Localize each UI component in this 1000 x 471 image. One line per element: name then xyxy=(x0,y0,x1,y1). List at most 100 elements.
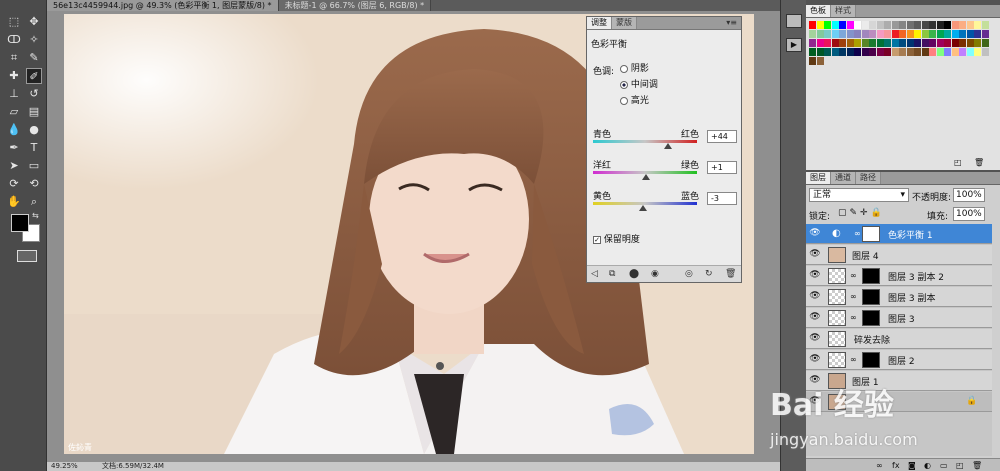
color-swatch[interactable] xyxy=(914,48,921,56)
eye-icon[interactable]: 👁 xyxy=(809,250,821,259)
color-swatch[interactable] xyxy=(951,21,959,29)
color-swatch[interactable] xyxy=(906,48,914,56)
color-swatch[interactable] xyxy=(876,21,884,29)
color-swatch[interactable] xyxy=(854,39,861,47)
color-swatch[interactable] xyxy=(831,48,839,56)
delete-swatch-icon[interactable]: 🗑 xyxy=(974,158,984,167)
eye-icon[interactable]: 👁 xyxy=(809,334,821,343)
back-arrow-icon[interactable]: ◁ xyxy=(591,269,598,279)
magic-wand-icon[interactable]: ✧ xyxy=(26,32,42,48)
eye-icon[interactable]: 👁 xyxy=(809,292,821,301)
tone-radio-midtones[interactable]: 中间调 xyxy=(620,77,658,90)
slider-magenta-green-thumb[interactable] xyxy=(641,174,650,180)
fill-input[interactable]: 100% xyxy=(953,207,985,221)
color-swatch[interactable] xyxy=(809,39,816,47)
color-swatch[interactable] xyxy=(861,48,869,56)
tab-masks[interactable]: 蒙版 xyxy=(612,17,637,29)
history-brush-icon[interactable]: ↺ xyxy=(26,86,42,102)
color-swatch[interactable] xyxy=(921,30,929,38)
color-swatch[interactable] xyxy=(914,30,921,38)
foreground-color-swatch-front[interactable] xyxy=(11,214,29,232)
expand-view-icon[interactable]: ⧉ xyxy=(609,269,615,279)
delete-layer-icon[interactable]: 🗑 xyxy=(972,461,982,470)
color-swatch[interactable] xyxy=(861,39,869,47)
tab-channels[interactable]: 通道 xyxy=(831,172,856,184)
stamp-tool-icon[interactable]: ⊥ xyxy=(6,86,22,102)
swap-colors-icon[interactable]: ⇆ xyxy=(32,211,39,220)
layer-row[interactable]: 👁 ∞ 图层 3 xyxy=(806,308,992,328)
color-swatch[interactable] xyxy=(899,39,906,47)
color-swatch[interactable] xyxy=(891,39,899,47)
color-swatch[interactable] xyxy=(891,48,899,56)
color-swatch[interactable] xyxy=(936,30,944,38)
layer-mask-thumb[interactable] xyxy=(862,289,880,305)
blur-tool-icon[interactable]: 💧 xyxy=(6,122,22,138)
color-swatch[interactable] xyxy=(951,48,959,56)
color-swatch[interactable] xyxy=(981,39,989,47)
color-swatch[interactable] xyxy=(876,30,884,38)
new-layer-icon[interactable]: ◰ xyxy=(956,461,964,470)
color-swatch[interactable] xyxy=(816,48,824,56)
eye-icon[interactable]: 👁 xyxy=(809,271,821,280)
color-swatch[interactable] xyxy=(884,21,891,29)
color-swatch[interactable] xyxy=(831,21,839,29)
hand-tool-icon[interactable]: ✋ xyxy=(6,194,22,210)
tab-styles[interactable]: 样式 xyxy=(831,5,856,17)
color-swatch[interactable] xyxy=(869,39,876,47)
color-swatch[interactable] xyxy=(839,39,846,47)
color-swatch[interactable] xyxy=(929,30,936,38)
color-swatch[interactable] xyxy=(846,39,854,47)
color-swatch[interactable] xyxy=(981,30,989,38)
color-swatch[interactable] xyxy=(906,30,914,38)
layer-row[interactable]: 👁 ◐ ∞ 色彩平衡 1 xyxy=(806,224,992,244)
color-swatch[interactable] xyxy=(974,39,981,47)
color-swatch[interactable] xyxy=(899,48,906,56)
color-swatch[interactable] xyxy=(876,39,884,47)
shape-tool-icon[interactable]: ▭ xyxy=(26,158,42,174)
color-swatch[interactable] xyxy=(966,48,974,56)
color-swatch[interactable] xyxy=(861,21,869,29)
layer-mask-thumb[interactable] xyxy=(862,352,880,368)
color-swatch[interactable] xyxy=(809,30,816,38)
color-swatch[interactable] xyxy=(906,39,914,47)
color-swatch[interactable] xyxy=(899,21,906,29)
lasso-tool-icon[interactable]: ↀ xyxy=(6,32,22,48)
blend-mode-select[interactable]: 正常 ▾ xyxy=(809,188,909,202)
crop-tool-icon[interactable]: ⌗ xyxy=(6,50,22,66)
color-swatch[interactable] xyxy=(816,57,824,65)
color-swatch[interactable] xyxy=(966,30,974,38)
tab-swatches[interactable]: 色板 xyxy=(806,5,831,17)
color-swatch[interactable] xyxy=(846,48,854,56)
tab-adjustments[interactable]: 调整 xyxy=(587,17,612,29)
color-swatch[interactable] xyxy=(936,39,944,47)
color-swatch[interactable] xyxy=(816,30,824,38)
color-swatch[interactable] xyxy=(869,30,876,38)
slider-yellow-blue-thumb[interactable] xyxy=(639,205,648,211)
brush-tool-icon[interactable]: ✐ xyxy=(26,68,42,84)
color-swatch[interactable] xyxy=(861,30,869,38)
color-swatch[interactable] xyxy=(959,21,966,29)
color-swatch[interactable] xyxy=(884,39,891,47)
color-swatch[interactable] xyxy=(854,30,861,38)
color-swatch[interactable] xyxy=(966,21,974,29)
color-swatch[interactable] xyxy=(854,48,861,56)
color-swatch[interactable] xyxy=(816,39,824,47)
lock-icons[interactable]: ▢✎✛🔒 xyxy=(838,208,885,218)
color-swatch[interactable] xyxy=(839,30,846,38)
layer-row[interactable]: 👁 ∞ 图层 2 xyxy=(806,350,992,370)
color-swatch[interactable] xyxy=(944,21,951,29)
color-swatch[interactable] xyxy=(951,30,959,38)
color-swatch[interactable] xyxy=(921,48,929,56)
cyan-red-value[interactable]: +44 xyxy=(707,130,737,143)
slider-cyan-red-track[interactable] xyxy=(593,140,697,143)
layer-mask-thumb[interactable] xyxy=(862,226,880,242)
color-swatch[interactable] xyxy=(959,39,966,47)
slider-cyan-red-thumb[interactable] xyxy=(663,143,672,149)
eye-icon[interactable]: 👁 xyxy=(809,355,821,364)
gradient-tool-icon[interactable]: ▤ xyxy=(26,104,42,120)
color-swatch[interactable] xyxy=(899,30,906,38)
color-swatch[interactable] xyxy=(839,21,846,29)
color-swatch[interactable] xyxy=(824,21,831,29)
zoom-tool-icon[interactable]: ⌕ xyxy=(26,194,42,210)
color-swatch[interactable] xyxy=(921,39,929,47)
